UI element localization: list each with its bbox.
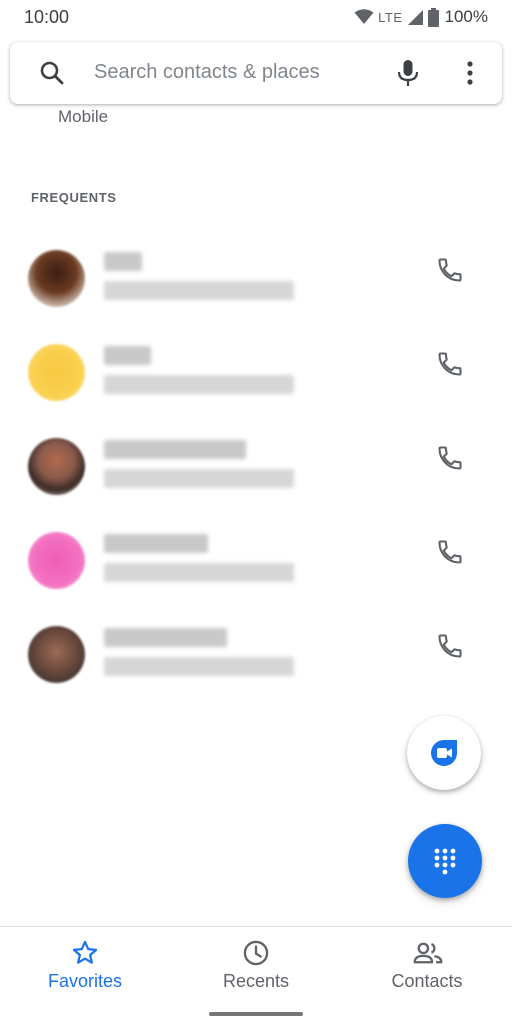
phone-icon[interactable] — [436, 444, 464, 472]
network-type: LTE — [378, 9, 403, 25]
frequents-header: FREQUENTS — [31, 190, 117, 205]
contact-name-blurred — [104, 346, 151, 365]
contact-name — [0, 604, 1, 605]
contact-name — [0, 416, 1, 417]
tab-recents[interactable]: Recents — [171, 927, 341, 1007]
contact-detail-blurred — [104, 563, 294, 582]
phone-icon[interactable] — [436, 632, 464, 660]
list-item[interactable] — [0, 510, 512, 604]
contact-detail — [0, 416, 1, 417]
contact-name — [0, 510, 1, 511]
tab-recents-label: Recents — [222, 971, 290, 991]
contact-name-blurred — [104, 628, 227, 647]
contact-name — [0, 322, 1, 323]
avatar — [28, 250, 85, 307]
contact-detail — [0, 228, 1, 229]
duo-video-icon — [431, 740, 457, 766]
avatar — [28, 438, 85, 495]
phone-icon[interactable] — [436, 256, 464, 284]
avatar — [28, 532, 85, 589]
battery-level: 100% — [444, 7, 488, 26]
search-icon[interactable] — [38, 59, 66, 87]
contact-detail-blurred — [104, 469, 294, 488]
people-icon — [413, 942, 443, 964]
video-call-button[interactable] — [407, 716, 481, 790]
tab-favorites-label: Favorites — [47, 971, 123, 991]
avatar — [28, 344, 85, 401]
dialpad-button[interactable] — [408, 824, 482, 898]
phone-icon[interactable] — [436, 350, 464, 378]
status-bar: 10:00 LTE 100% — [0, 0, 512, 34]
contact-name — [0, 228, 1, 229]
list-item[interactable] — [0, 228, 512, 322]
contact-name-blurred — [104, 440, 246, 459]
contact-detail-blurred — [104, 375, 294, 394]
wifi-icon — [354, 9, 374, 24]
contact-detail-blurred — [104, 657, 294, 676]
battery-icon — [427, 7, 439, 27]
bottom-navigation: Favorites Recents Contacts — [0, 926, 512, 1024]
phone-icon[interactable] — [436, 538, 464, 566]
microphone-icon[interactable] — [395, 58, 421, 88]
contact-detail-blurred — [104, 281, 294, 300]
tab-favorites[interactable]: Favorites — [0, 927, 170, 1007]
list-item[interactable] — [0, 322, 512, 416]
tab-contacts-label: Contacts — [391, 971, 463, 991]
search-bar[interactable]: Search contacts & places — [10, 42, 502, 104]
more-options-icon[interactable] — [458, 59, 482, 87]
clock-icon — [243, 940, 269, 966]
status-time: 10:00 — [24, 7, 70, 27]
contact-name-blurred — [104, 534, 208, 553]
star-icon — [72, 940, 98, 964]
search-input[interactable]: Search contacts & places — [94, 61, 320, 84]
status-icons: LTE 100% — [354, 6, 488, 28]
tab-contacts[interactable]: Contacts — [342, 927, 512, 1007]
signal-icon — [407, 9, 423, 25]
avatar — [28, 626, 85, 683]
mobile-label: Mobile — [58, 107, 109, 126]
list-item[interactable] — [0, 604, 512, 698]
home-indicator[interactable] — [209, 1012, 303, 1016]
contact-detail — [0, 510, 1, 511]
list-item[interactable] — [0, 416, 512, 510]
contact-detail — [0, 322, 1, 323]
contact-detail — [0, 604, 1, 605]
dialpad-icon — [434, 848, 456, 875]
contact-name-blurred — [104, 252, 142, 271]
